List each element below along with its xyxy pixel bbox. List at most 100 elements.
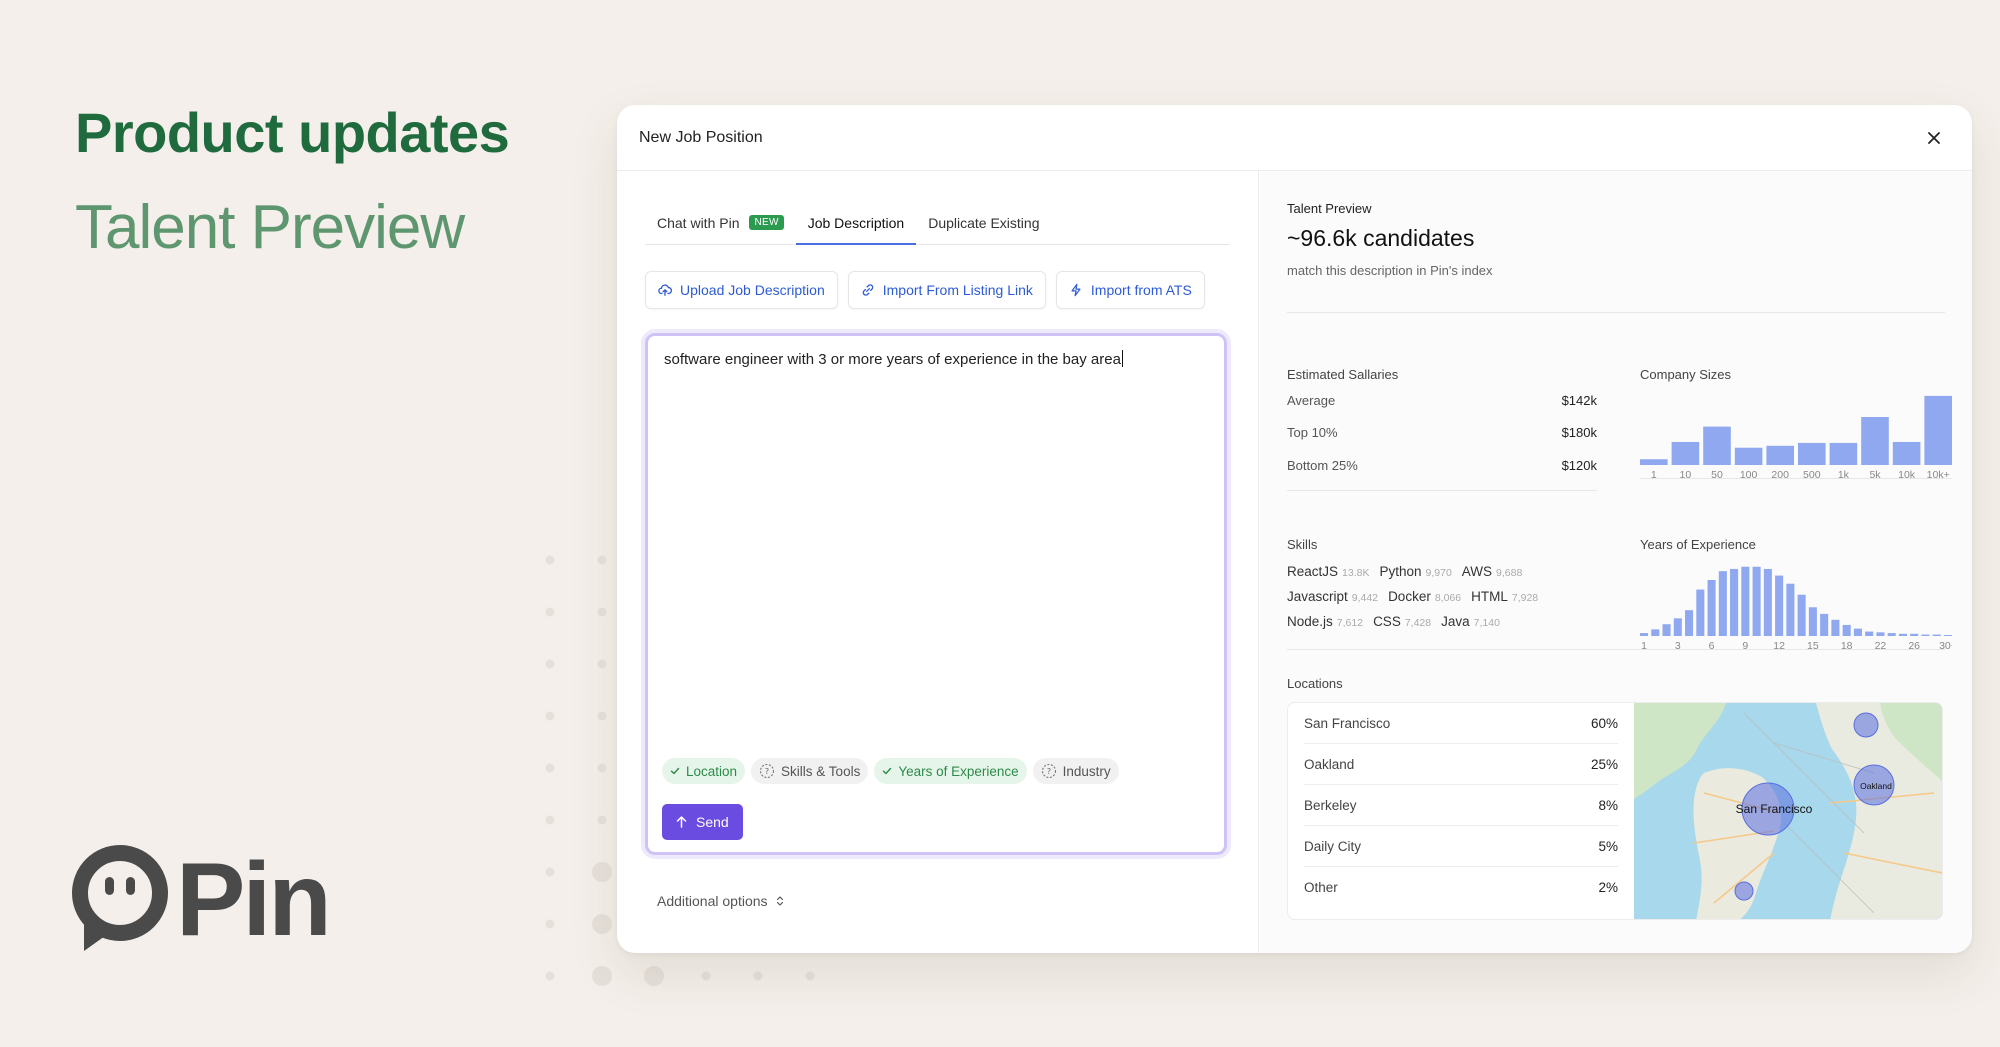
chart-tick-label: 10: [1680, 469, 1692, 481]
company-sizes-chart: 1 10 50 100 200 500 1k 5k 10k 10k+: [1640, 395, 1952, 481]
close-button[interactable]: [1918, 122, 1950, 154]
skills-list: ReactJS 13.8K Python 9,970 AWS 9,688 Javasc…: [1287, 564, 1607, 639]
location-percent: 8%: [1598, 797, 1618, 813]
chart-bar: [1752, 566, 1761, 636]
chart-bar: [1829, 442, 1858, 465]
new-badge: NEW: [749, 215, 784, 230]
chart-bar: [1820, 613, 1829, 636]
skill-line: ReactJS 13.8K Python 9,970 AWS 9,688: [1287, 564, 1607, 589]
modal-header: New Job Position: [617, 105, 1972, 171]
decorative-dot: [545, 659, 555, 669]
chart-bar: [1662, 624, 1671, 636]
location-row: Other 2%: [1304, 867, 1618, 908]
map-bubble-berkeley: [1853, 712, 1879, 738]
decorative-dot: [592, 862, 612, 882]
decorative-dot: [597, 815, 607, 825]
location-name: Daily City: [1304, 838, 1362, 854]
location-percent: 2%: [1598, 880, 1618, 895]
salary-value: $142k: [1561, 393, 1597, 408]
divider: [1287, 490, 1597, 491]
skill-count: 9,688: [1496, 567, 1523, 579]
chip-industry[interactable]: ? Industry: [1032, 758, 1119, 784]
tab-label: Job Description: [807, 214, 905, 231]
divider: [1287, 649, 1945, 650]
upload-job-description-button[interactable]: Upload Job Description: [645, 271, 838, 309]
chip-years-of-experience[interactable]: Years of Experience: [874, 758, 1027, 784]
locations-title: Locations: [1287, 676, 1343, 691]
skill-name: ReactJS: [1287, 564, 1339, 579]
composer-text[interactable]: software engineer with 3 or more years o…: [664, 350, 1124, 368]
location-name: Oakland: [1304, 756, 1355, 772]
location-row: Oakland 25%: [1304, 744, 1618, 785]
chart-bar: [1924, 395, 1952, 465]
action-label: Import from ATS: [1090, 282, 1192, 298]
locations-card: San Francisco 60% Oakland 25% Berkeley 8% D…: [1287, 702, 1943, 920]
check-icon: [670, 767, 680, 775]
chart-tick-label: 50: [1711, 469, 1723, 481]
pin-logo-word: Pin: [176, 842, 332, 958]
chart-bar: [1741, 566, 1750, 636]
decorative-dot: [545, 815, 555, 825]
salary-label: Top 10%: [1287, 425, 1338, 440]
skill-count: 7,428: [1404, 617, 1432, 629]
chart-bar: [1831, 619, 1840, 636]
skill-name: Java: [1441, 614, 1470, 629]
bay-area-map: San Francisco Oakland: [1634, 703, 1942, 919]
skill-count: 7,140: [1473, 617, 1500, 629]
location-name: Other: [1304, 880, 1338, 895]
modal-title: New Job Position: [639, 128, 763, 146]
map-bubble-daly-city: [1734, 881, 1754, 901]
skill-count: 8,066: [1434, 592, 1462, 604]
divider: [1640, 478, 1952, 479]
salary-value: $120k: [1561, 458, 1597, 473]
skill-count: 7,612: [1336, 617, 1364, 629]
skill-line: Javascript 9,442 Docker 8,066 HTML 7,928: [1287, 589, 1607, 614]
decorative-dot: [545, 555, 555, 565]
tab-chat-with-pin[interactable]: Chat with Pin NEW: [645, 201, 796, 244]
chart-bar: [1861, 417, 1889, 465]
skill-name: Node.js: [1287, 614, 1333, 629]
skill-name: AWS: [1461, 564, 1493, 579]
chart-tick-label: 200: [1771, 469, 1789, 481]
import-from-ats-button[interactable]: Import from ATS: [1055, 271, 1205, 309]
criteria-chips: Location ? Skills & Tools Years of Exper…: [662, 758, 1119, 784]
import-listing-link-button[interactable]: Import From Listing Link: [847, 271, 1046, 309]
chart-tick-label: 500: [1803, 469, 1821, 481]
years-experience-title: Years of Experience: [1640, 537, 1756, 552]
link-icon: [862, 284, 873, 296]
chevron-up-down-icon: [776, 896, 783, 906]
location-row: Daily City 5%: [1304, 826, 1618, 867]
chart-tick-label: 12: [1773, 640, 1785, 652]
composer-value: software engineer with 3 or more years o…: [664, 351, 1121, 368]
cloud-upload-icon: [658, 284, 672, 296]
location-name: San Francisco: [1304, 715, 1391, 731]
chart-bar: [1808, 607, 1817, 636]
chart-tick-label: 22: [1875, 640, 1887, 652]
arrow-up-icon: [676, 816, 687, 828]
chart-bar: [1892, 441, 1921, 465]
chart-tick-label: 1: [1651, 469, 1657, 481]
chip-location[interactable]: Location: [662, 758, 746, 784]
job-description-input[interactable]: software engineer with 3 or more years o…: [645, 333, 1227, 855]
location-row: San Francisco 60%: [1304, 703, 1618, 744]
skills-title: Skills: [1287, 537, 1318, 552]
decorative-dot: [753, 971, 763, 981]
map-label-sf: San Francisco: [1736, 802, 1813, 816]
locations-map[interactable]: San Francisco Oakland: [1634, 703, 1942, 919]
additional-options-toggle[interactable]: Additional options: [657, 893, 1230, 909]
chip-skills-tools[interactable]: ? Skills & Tools: [751, 758, 869, 784]
tab-duplicate-existing[interactable]: Duplicate Existing: [916, 201, 1051, 244]
chart-tick-label: 10k: [1898, 469, 1916, 481]
chart-tick-label: 9: [1742, 640, 1748, 652]
additional-options-label: Additional options: [657, 893, 768, 909]
chart-bar: [1640, 633, 1649, 636]
salary-row: Bottom 25% $120k: [1287, 458, 1597, 473]
chart-bar: [1798, 442, 1826, 465]
company-sizes-title: Company Sizes: [1640, 367, 1732, 382]
send-button[interactable]: Send: [662, 804, 743, 840]
chart-bar: [1876, 632, 1885, 636]
chart-bar: [1786, 583, 1795, 636]
decorative-dot: [597, 711, 607, 721]
tab-job-description[interactable]: Job Description: [795, 201, 917, 245]
location-percent: 25%: [1590, 756, 1618, 772]
